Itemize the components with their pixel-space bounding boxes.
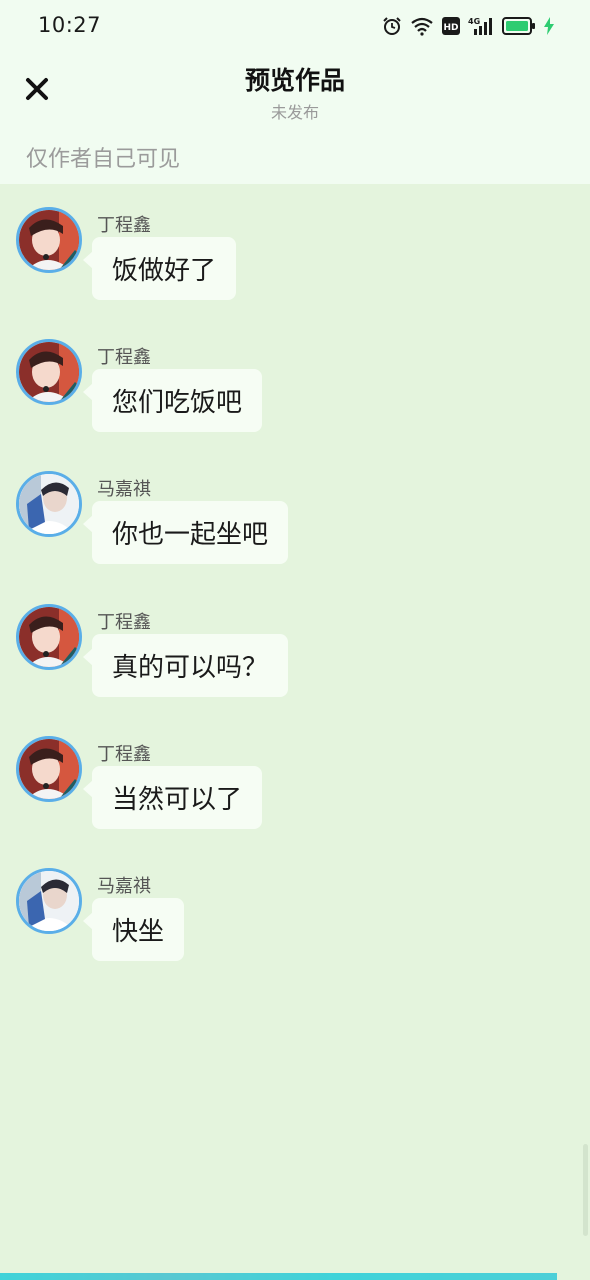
avatar[interactable] xyxy=(16,471,82,537)
sender-name: 丁程鑫 xyxy=(97,215,151,236)
chat-list[interactable]: 丁程鑫 饭做好了 丁程鑫 您们吃饭吧 马嘉祺 你也一起坐吧 丁程鑫 真的可以吗？… xyxy=(0,184,590,1274)
status-icons: HD 4G xyxy=(382,14,554,38)
charging-bolt-icon xyxy=(544,17,554,35)
avatar[interactable] xyxy=(16,868,82,934)
avatar-dingchengxin-image xyxy=(19,210,79,270)
visibility-note: 仅作者自己可见 xyxy=(26,147,181,172)
sender-name: 丁程鑫 xyxy=(97,612,151,633)
scrollbar[interactable] xyxy=(583,1144,588,1236)
message-bubble[interactable]: 你也一起坐吧 xyxy=(82,501,289,564)
page-subtitle: 未发布 xyxy=(270,103,319,122)
page-title: 预览作品 xyxy=(244,66,345,95)
avatar[interactable] xyxy=(16,207,82,273)
chat-message: 马嘉祺 你也一起坐吧 xyxy=(0,448,590,564)
avatar-majiaqi-image xyxy=(19,871,79,931)
wifi-icon xyxy=(410,16,434,36)
message-bubble[interactable]: 真的可以吗？ xyxy=(82,634,289,697)
network-label: 4G xyxy=(468,17,480,26)
message-bubble[interactable]: 当然可以了 xyxy=(82,766,263,829)
status-time: 10:27 xyxy=(38,13,102,37)
hd-label: HD xyxy=(443,23,458,33)
header: 预览作品 未发布 仅作者自己可见 xyxy=(0,52,590,184)
chat-message: 马嘉祺 快坐 xyxy=(0,845,590,961)
avatar-majiaqi-image xyxy=(19,474,79,534)
message-bubble[interactable]: 您们吃饭吧 xyxy=(82,369,263,432)
avatar[interactable] xyxy=(16,339,82,405)
chat-message: 丁程鑫 真的可以吗？ xyxy=(0,581,590,697)
sender-name: 丁程鑫 xyxy=(97,744,151,765)
battery-icon xyxy=(502,17,536,35)
sender-name: 马嘉祺 xyxy=(97,876,151,897)
chat-message: 丁程鑫 饭做好了 xyxy=(0,184,590,300)
avatar[interactable] xyxy=(16,736,82,802)
sender-name: 马嘉祺 xyxy=(97,479,151,500)
chat-message: 丁程鑫 当然可以了 xyxy=(0,713,590,829)
avatar-dingchengxin-image xyxy=(19,739,79,799)
message-bubble[interactable]: 快坐 xyxy=(82,898,185,961)
bottom-progress-strip xyxy=(0,1273,557,1280)
alarm-icon xyxy=(382,16,402,36)
avatar-dingchengxin-image xyxy=(19,607,79,667)
signal-4g-icon: 4G xyxy=(468,16,494,36)
avatar-dingchengxin-image xyxy=(19,342,79,402)
chat-message: 丁程鑫 您们吃饭吧 xyxy=(0,316,590,432)
hd-icon: HD xyxy=(442,17,460,35)
message-bubble[interactable]: 饭做好了 xyxy=(82,237,237,300)
avatar[interactable] xyxy=(16,604,82,670)
sender-name: 丁程鑫 xyxy=(97,347,151,368)
status-bar: 10:27 HD 4G xyxy=(0,0,590,52)
